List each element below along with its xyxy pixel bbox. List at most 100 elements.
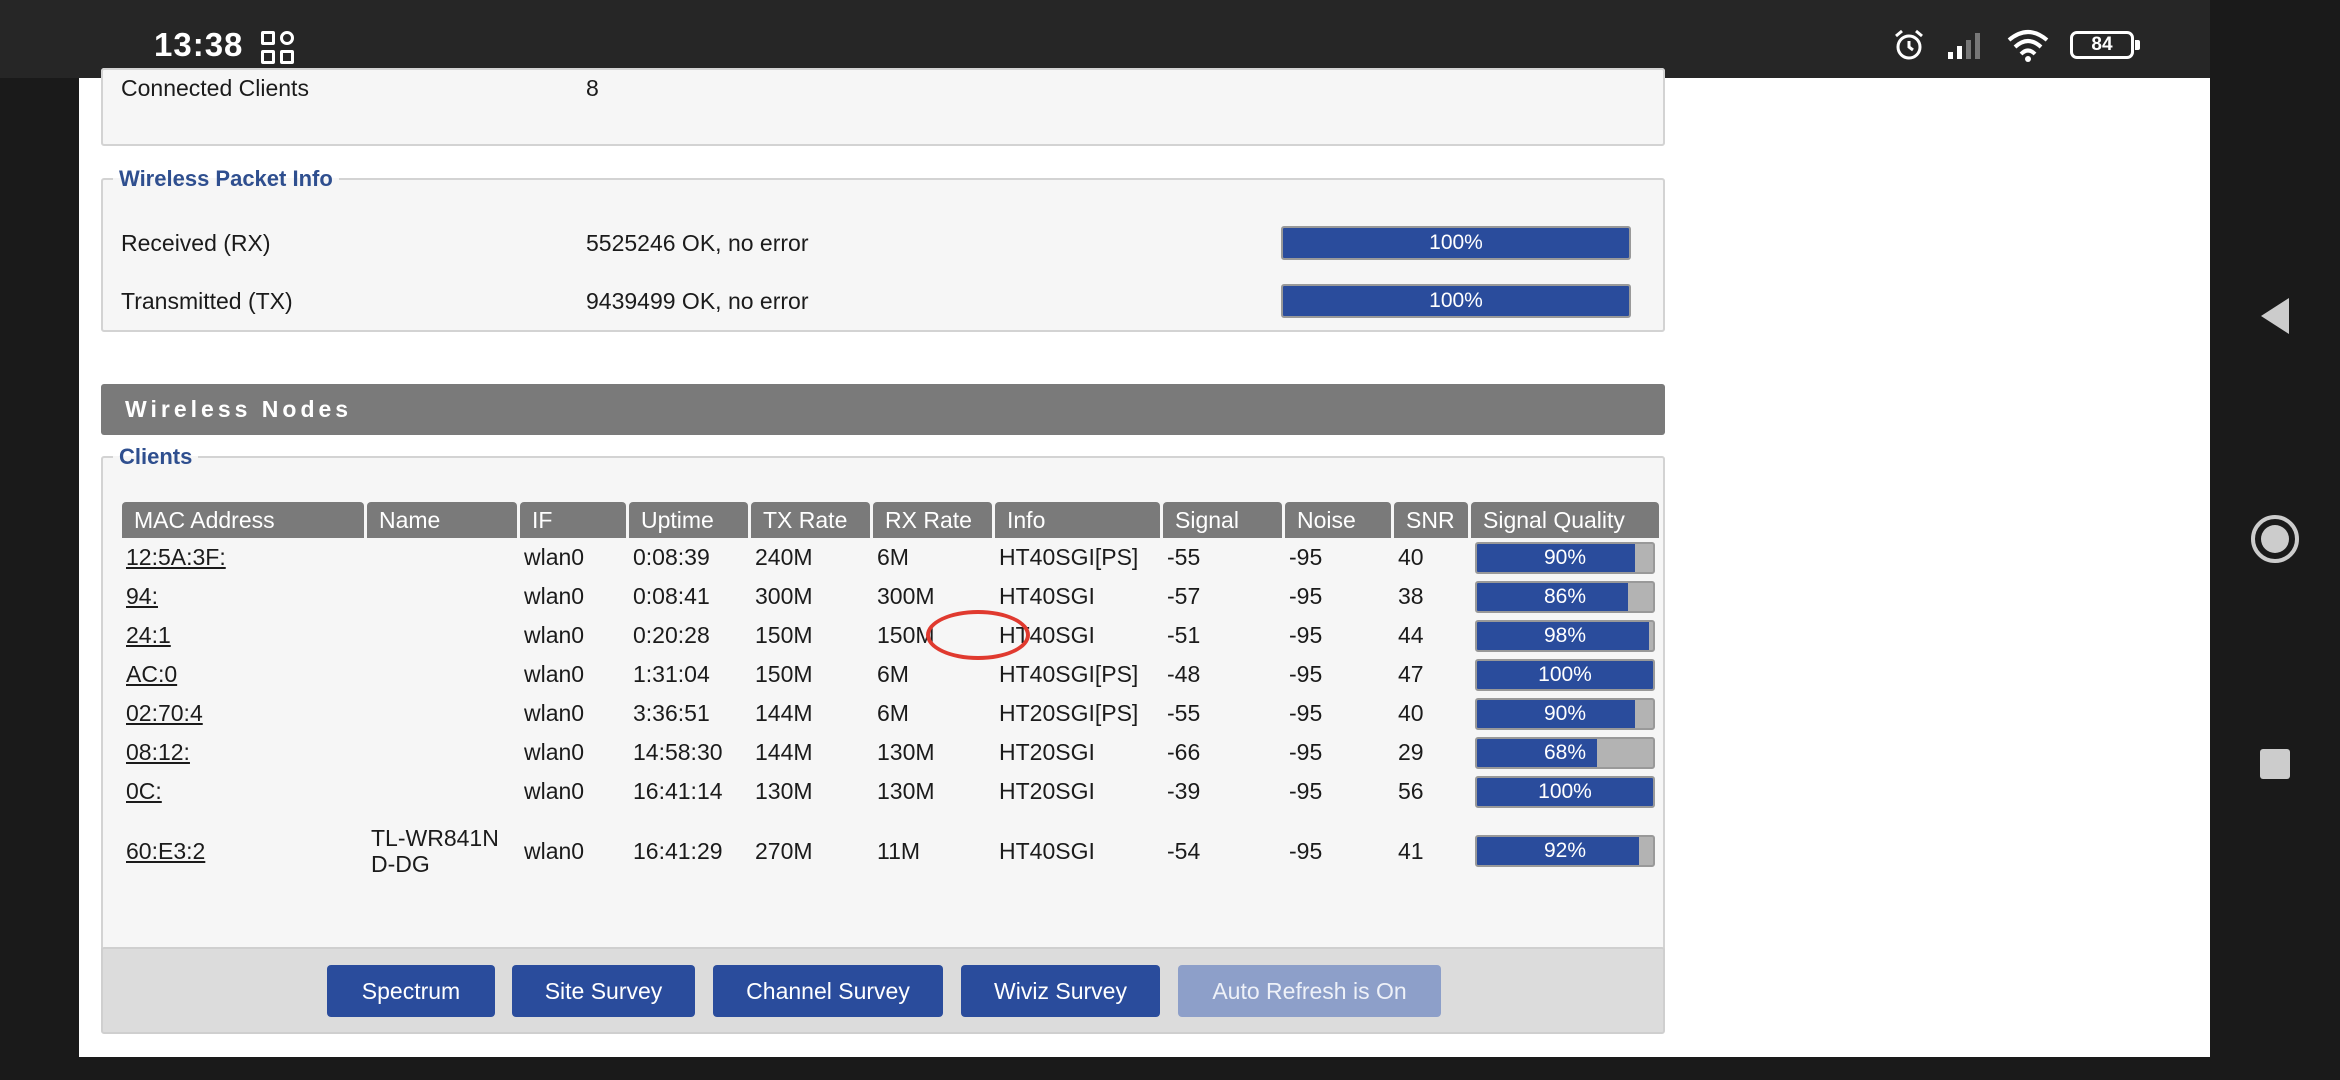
alarm-icon [1895,29,1923,60]
client-quality-cell: 68% [1471,733,1659,772]
tx-label: Transmitted (TX) [121,288,293,314]
mac-link[interactable]: 02:70:4 [122,694,364,733]
wireless-nodes-header: Wireless Nodes [101,384,1665,435]
client-snr: 47 [1398,661,1424,687]
table-row: 02:70:4 wlan0 3:36:51 144M 6M HT20SGI[PS… [122,694,1659,733]
signal-quality-bar: 98% [1475,619,1655,652]
client-info: HT40SGI [999,583,1095,609]
mac-link[interactable]: 60:E3:2 [122,811,364,891]
home-icon [2251,515,2299,563]
client-rx-rate: 150M [877,622,935,648]
client-if: wlan0 [524,700,585,726]
client-if: wlan0 [524,778,585,804]
signal-quality-percent: 100% [1538,779,1592,803]
packet-info-legend: Wireless Packet Info [119,166,333,191]
channel-survey-button[interactable]: Channel Survey [713,965,943,1017]
col-mac[interactable]: MAC Address [122,502,364,538]
client-signal: -55 [1167,700,1201,726]
app-grid-icon [261,31,295,65]
table-row: 60:E3:2 TL-WR841ND-DG wlan0 16:41:29 270… [122,811,1659,891]
mac-link[interactable]: 08:12: [122,733,364,772]
client-rx-rate: 130M [877,778,935,804]
col-snr[interactable]: SNR [1394,502,1468,538]
client-uptime: 1:31:04 [633,661,710,687]
client-rx-rate: 6M [877,661,909,687]
col-if[interactable]: IF [520,502,626,538]
auto-refresh-button[interactable]: Auto Refresh is On [1178,965,1441,1017]
clients-table: MAC Address Name IF Uptime TX Rate RX Ra… [119,502,1662,891]
client-name [367,616,517,655]
table-row: 24:1 wlan0 0:20:28 150M 150M HT40SGI -51… [122,616,1659,655]
client-uptime: 0:08:41 [633,583,710,609]
wiviz-survey-button[interactable]: Wiviz Survey [961,965,1160,1017]
recents-icon [2260,749,2290,779]
status-bar: 13:38 84 [0,0,2210,78]
client-signal: -51 [1167,622,1201,648]
table-row: 0C: wlan0 16:41:14 130M 130M HT20SGI -39… [122,772,1659,811]
client-rx-rate: 11M [877,837,921,864]
tx-value: 9439499 OK, no error [586,288,809,314]
col-signal-quality[interactable]: Signal Quality [1471,502,1659,538]
recents-button[interactable] [2240,729,2310,799]
client-snr: 29 [1398,739,1424,765]
mac-link[interactable]: 0C: [122,772,364,811]
client-tx-rate: 240M [755,544,813,570]
mac-link[interactable]: 94: [122,577,364,616]
col-uptime[interactable]: Uptime [629,502,748,538]
client-quality-cell: 98% [1471,616,1659,655]
client-noise: -95 [1289,739,1323,765]
button-bar: Spectrum Site Survey Channel Survey Wivi… [101,947,1665,1034]
client-info: HT40SGI [999,837,1095,864]
client-quality-cell: 100% [1471,655,1659,694]
col-info[interactable]: Info [995,502,1160,538]
client-tx-rate: 130M [755,778,813,804]
clients-legend: Clients [119,444,193,469]
mac-link[interactable]: 12:5A:3F: [122,538,364,577]
client-name [367,733,517,772]
client-snr: 44 [1398,622,1424,648]
client-signal: -66 [1167,739,1201,765]
client-snr: 41 [1398,837,1424,864]
home-button[interactable] [2240,504,2310,574]
signal-quality-percent: 68% [1543,740,1587,764]
signal-quality-percent: 90% [1543,545,1587,569]
signal-quality-bar: 92% [1475,835,1655,867]
client-quality-cell: 86% [1471,577,1659,616]
col-name[interactable]: Name [367,502,517,538]
screen: 13:38 84 Connected Clients 8 Wireless Pa… [0,0,2340,1080]
client-info: HT40SGI [999,622,1095,648]
client-signal: -57 [1167,583,1201,609]
col-signal[interactable]: Signal [1163,502,1282,538]
client-name [367,694,517,733]
battery-icon: 84 [2070,31,2140,59]
col-tx-rate[interactable]: TX Rate [751,502,870,538]
client-info: HT40SGI[PS] [999,544,1139,570]
rx-value: 5525246 OK, no error [586,230,809,256]
client-quality-cell: 90% [1471,694,1659,733]
client-tx-rate: 144M [755,739,813,765]
client-snr: 38 [1398,583,1424,609]
mac-link[interactable]: 24:1 [122,616,364,655]
client-signal: -54 [1167,837,1201,864]
wifi-icon [2007,30,2049,62]
status-icons: 84 [1892,28,2140,62]
site-survey-button[interactable]: Site Survey [512,965,695,1017]
client-signal: -55 [1167,544,1201,570]
back-button[interactable] [2240,281,2310,351]
col-rx-rate[interactable]: RX Rate [873,502,992,538]
spectrum-button[interactable]: Spectrum [327,965,495,1017]
client-if: wlan0 [524,583,585,609]
client-signal: -39 [1167,778,1201,804]
col-noise[interactable]: Noise [1285,502,1391,538]
signal-quality-percent: 86% [1543,584,1587,608]
table-row: 12:5A:3F: wlan0 0:08:39 240M 6M HT40SGI[… [122,538,1659,577]
client-noise: -95 [1289,544,1323,570]
mac-link[interactable]: AC:0 [122,655,364,694]
client-uptime: 0:20:28 [633,622,710,648]
client-quality-cell: 90% [1471,538,1659,577]
client-rx-rate: 6M [877,544,909,570]
page-content: Connected Clients 8 Wireless Packet Info… [79,68,2210,1057]
table-row: 94: wlan0 0:08:41 300M 300M HT40SGI -57 … [122,577,1659,616]
client-tx-rate: 150M [755,622,813,648]
client-noise: -95 [1289,778,1323,804]
